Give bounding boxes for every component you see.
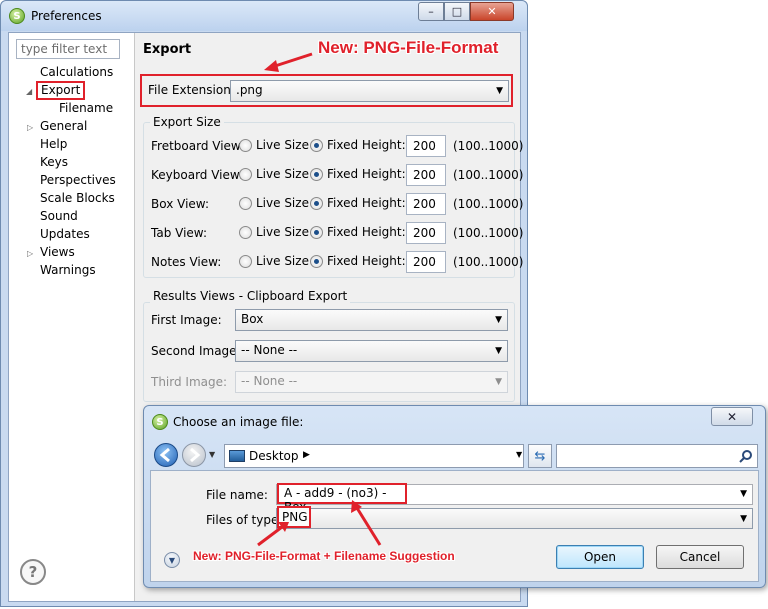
annotation-arrow-right	[355, 507, 382, 546]
annotation-arrow-left	[257, 525, 283, 547]
annotation-arrows-bottom	[257, 500, 382, 547]
